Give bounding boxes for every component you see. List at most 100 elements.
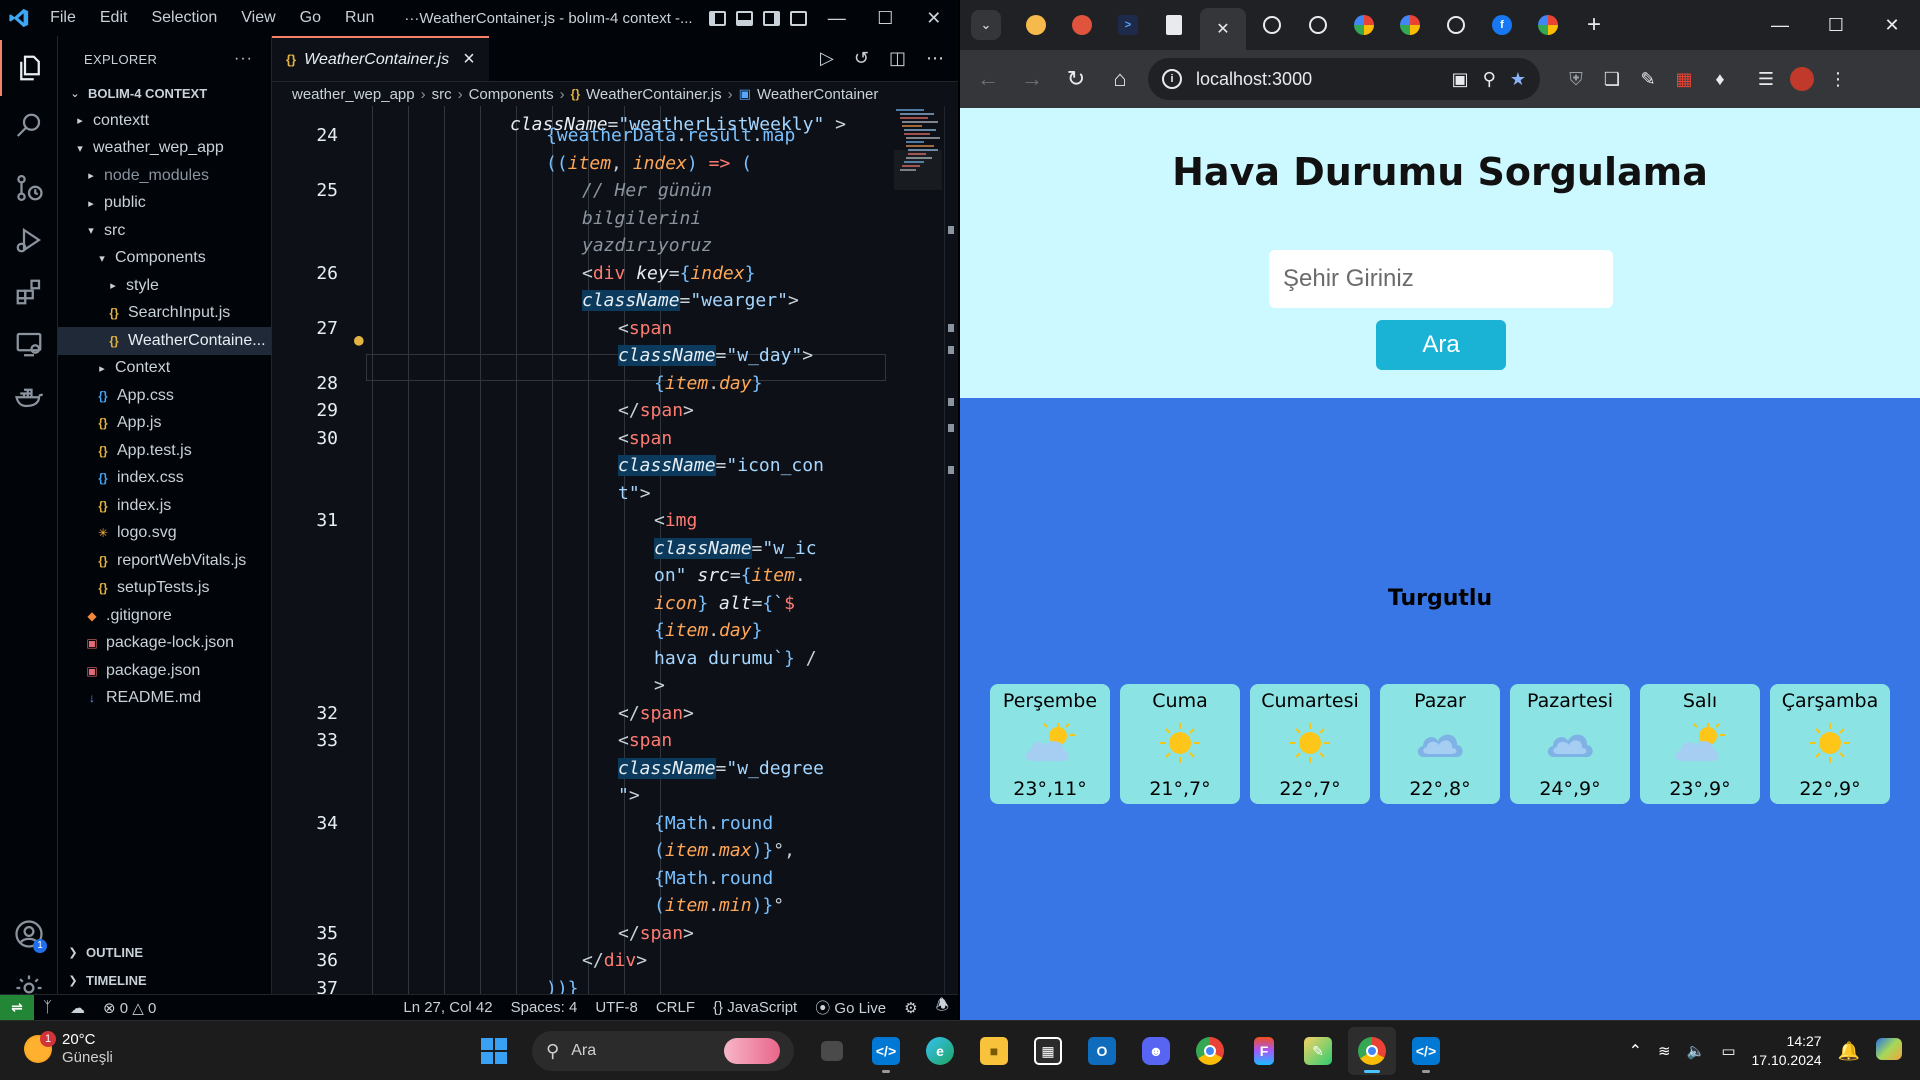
tab-close-icon[interactable]: × [463, 48, 475, 71]
tree-item[interactable]: {} App.css [58, 382, 271, 410]
tab-weathercontainer[interactable]: {} WeatherContainer.js × [272, 36, 489, 81]
breadcrumb-item[interactable]: Components [469, 86, 554, 103]
code-editor[interactable]: 24 25 26 27 28 29 30 31 32 33 34 35 36 37 className="… [272, 106, 958, 994]
extensions-icon[interactable] [0, 264, 58, 320]
tree-item[interactable]: ▸ public [58, 190, 271, 218]
vscode-logo-icon[interactable] [0, 0, 38, 36]
tab-search-button[interactable]: ⌄ [966, 8, 1006, 42]
tree-item[interactable]: {} index.js [58, 492, 271, 520]
minimap[interactable] [894, 106, 942, 246]
browser-tab[interactable]: f [1482, 8, 1522, 42]
outline-section[interactable]: ❯ OUTLINE [58, 938, 272, 966]
maximize-icon[interactable]: ☐ [1808, 7, 1864, 43]
cursor-position[interactable]: Ln 27, Col 42 [394, 999, 501, 1016]
minimize-icon[interactable]: — [1752, 7, 1808, 43]
copilot-icon[interactable]: ⚙ [895, 999, 926, 1017]
copilot-icon[interactable] [1876, 1038, 1902, 1064]
tree-item[interactable]: ◆ .gitignore [58, 602, 271, 630]
sync-cloud-icon[interactable]: ☁ [61, 999, 94, 1017]
split-editor-icon[interactable]: ◫ [889, 48, 906, 69]
vscode-taskbar-app[interactable]: </> [862, 1027, 910, 1075]
menu-edit[interactable]: Edit [88, 9, 140, 27]
git-branch-icon[interactable]: ᛉ [34, 999, 61, 1016]
tree-item[interactable]: {} App.test.js [58, 437, 271, 465]
site-info-icon[interactable]: i [1162, 69, 1182, 89]
toggle-panel-icon[interactable] [735, 10, 753, 26]
zoom-icon[interactable]: ⚲ [1483, 69, 1496, 90]
browser-tab[interactable]: > [1108, 8, 1148, 42]
volume-icon[interactable]: 🔈 [1687, 1042, 1706, 1060]
vscode-second-taskbar-app[interactable]: </> [1402, 1027, 1450, 1075]
timeline-history-icon[interactable]: ↺ [854, 48, 869, 69]
workspace-header[interactable]: ⌄ BOLIM-4 CONTEXT [58, 82, 271, 104]
battery-icon[interactable]: ▭ [1721, 1042, 1735, 1060]
docker-icon[interactable] [0, 368, 58, 424]
city-search-input[interactable] [1269, 250, 1613, 308]
browser-tab[interactable] [1298, 8, 1338, 42]
tree-item[interactable]: {} reportWebVitals.js [58, 547, 271, 575]
menu-run[interactable]: Run [333, 9, 386, 27]
wifi-icon[interactable]: ≋ [1658, 1042, 1671, 1060]
breadcrumb-item[interactable]: WeatherContainer [757, 86, 878, 103]
close-icon[interactable]: ✕ [1213, 19, 1233, 39]
chrome-taskbar-app[interactable] [1186, 1027, 1234, 1075]
tree-item[interactable]: ▾ src [58, 217, 271, 245]
active-tab[interactable]: ✕ [1200, 8, 1246, 50]
address-bar[interactable]: i localhost:3000 ▣ ⚲ ★ [1148, 58, 1540, 100]
menu-go[interactable]: Go [288, 9, 333, 27]
browser-tab[interactable] [1154, 8, 1194, 42]
menu-selection[interactable]: Selection [139, 9, 229, 27]
run-debug-icon[interactable] [0, 212, 58, 268]
menu-file[interactable]: File [38, 9, 88, 27]
breadcrumb-item[interactable]: WeatherContainer.js [586, 86, 722, 103]
encoding[interactable]: UTF-8 [586, 999, 647, 1016]
breadcrumb-item[interactable]: src [432, 86, 452, 103]
run-code-icon[interactable]: ▷ [820, 48, 834, 69]
pen-extension-icon[interactable]: ✎ [1630, 61, 1666, 97]
tree-item[interactable]: ▸ node_modules [58, 162, 271, 190]
explorer-more-button[interactable]: ··· [234, 50, 253, 68]
reload-icon[interactable]: ↻ [1054, 59, 1098, 99]
tree-item[interactable]: ↓ README.md [58, 685, 271, 713]
tree-item[interactable]: ▸ style [58, 272, 271, 300]
extension-cube-icon[interactable]: ❏ [1594, 61, 1630, 97]
browser-tab[interactable] [1344, 8, 1384, 42]
timeline-section[interactable]: ❯ TIMELINE [58, 966, 272, 994]
tree-item[interactable]: ▣ package-lock.json [58, 630, 271, 658]
ublock-shield-icon[interactable]: ⛨ [1558, 61, 1594, 97]
breadcrumb-item[interactable]: weather_wep_app [292, 86, 415, 103]
forward-arrow-icon[interactable]: → [1010, 59, 1054, 99]
figma-taskbar-app[interactable]: F [1240, 1027, 1288, 1075]
toggle-sidebar-icon[interactable] [708, 10, 726, 26]
problems-indicator[interactable]: ⊗ 0 △ 0 [94, 999, 165, 1017]
bookmark-star-icon[interactable]: ★ [1510, 69, 1526, 90]
home-icon[interactable]: ⌂ [1098, 59, 1142, 99]
go-live-button[interactable]: ⦿ Go Live [806, 997, 895, 1018]
remote-explorer-icon[interactable] [0, 316, 58, 372]
extensions-puzzle-icon[interactable]: ♦ [1702, 61, 1738, 97]
indentation[interactable]: Spaces: 4 [502, 999, 587, 1016]
tree-item[interactable]: ▣ package.json [58, 657, 271, 685]
browser-tab[interactable] [1062, 8, 1102, 42]
notifications-bell-icon[interactable]: 🕭 [927, 995, 958, 1020]
lightbulb-icon[interactable]: ● [354, 330, 364, 349]
task-view-button[interactable] [808, 1027, 856, 1075]
new-tab-button[interactable]: + [1574, 8, 1614, 42]
search-button[interactable]: Ara [1376, 320, 1506, 370]
tree-item[interactable]: ▸ contextt [58, 107, 271, 135]
profile-avatar[interactable] [1784, 61, 1820, 97]
editor-scrollbar[interactable] [944, 106, 958, 994]
taskbar-search[interactable]: ⚲ Ara [532, 1031, 794, 1071]
install-app-icon[interactable]: ▣ [1452, 69, 1469, 90]
tree-item[interactable]: ▸ Context [58, 355, 271, 383]
close-window-icon[interactable]: ✕ [910, 0, 958, 36]
browser-tab[interactable] [1016, 8, 1056, 42]
more-actions-icon[interactable]: ⋯ [926, 48, 944, 69]
menu-view[interactable]: View [229, 9, 287, 27]
discord-taskbar-app[interactable]: ☻ [1132, 1027, 1180, 1075]
outlook-taskbar-app[interactable]: O [1078, 1027, 1126, 1075]
customize-layout-icon[interactable] [789, 10, 807, 26]
store-taskbar-app[interactable]: ▦ [1024, 1027, 1072, 1075]
edge-taskbar-app[interactable]: e [916, 1027, 964, 1075]
tree-item[interactable]: ✳ logo.svg [58, 520, 271, 548]
